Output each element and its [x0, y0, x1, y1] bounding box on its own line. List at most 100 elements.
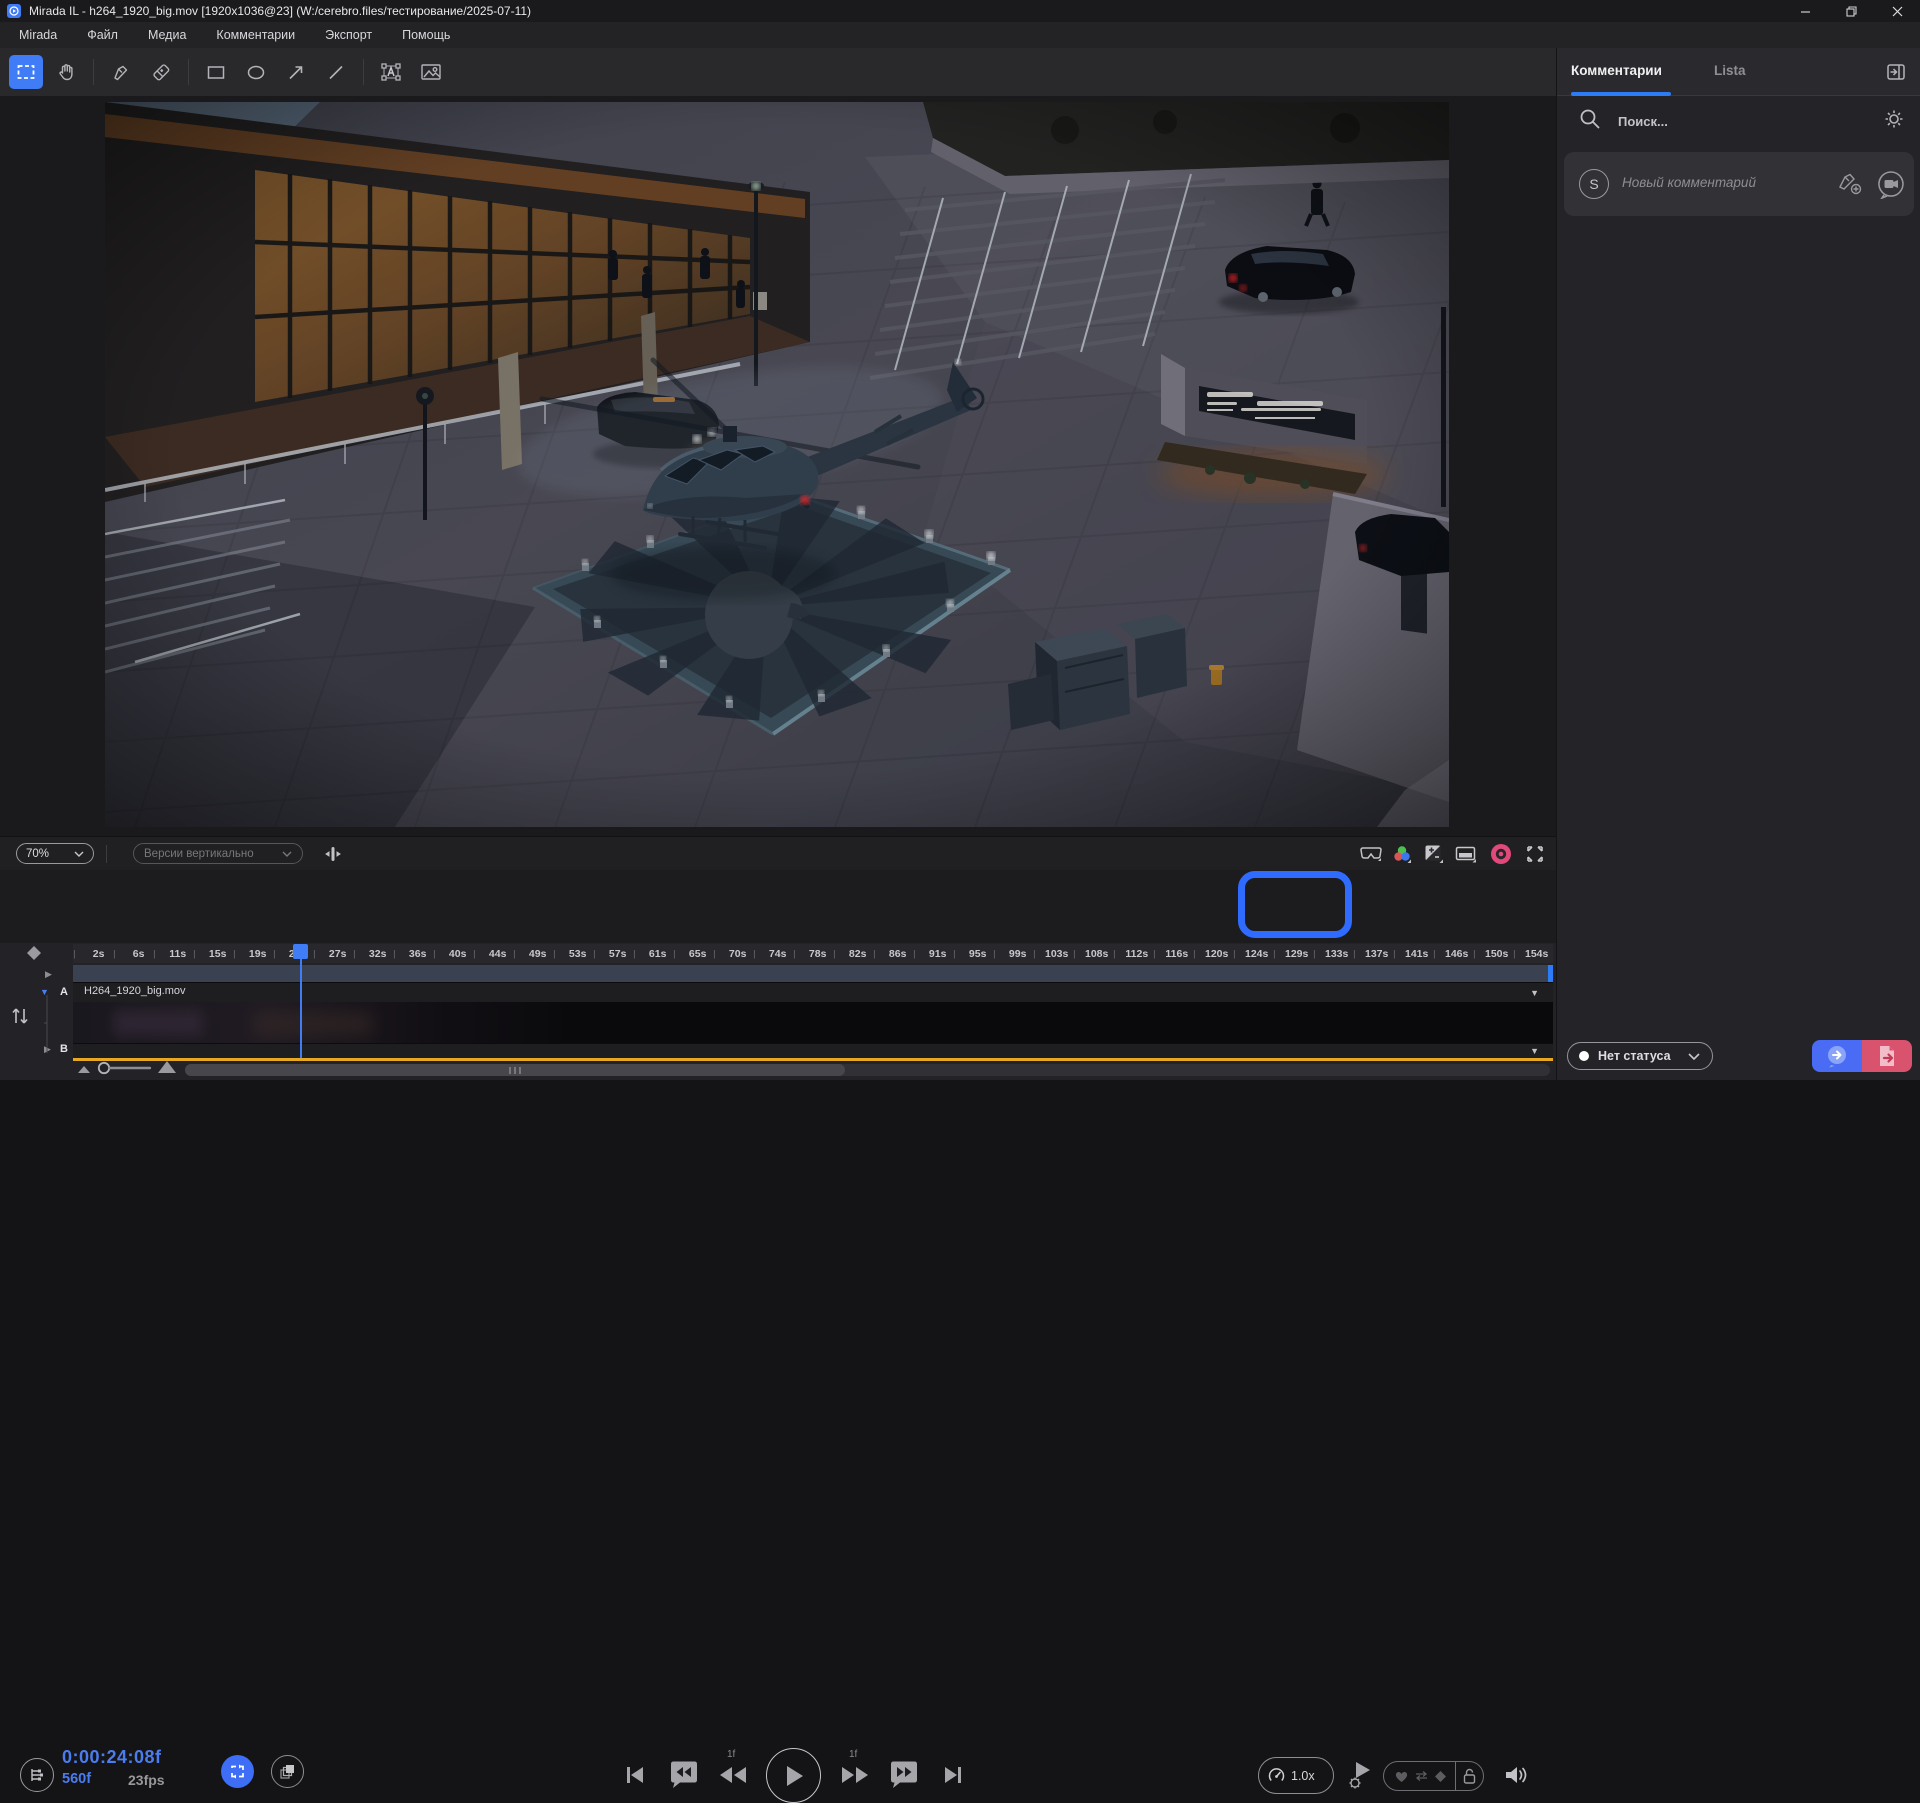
- review-eye-icon[interactable]: [1486, 837, 1516, 871]
- pipeline-settings-button[interactable]: [20, 1758, 54, 1792]
- versions-select[interactable]: Версии вертикально: [133, 843, 303, 864]
- tab-lista[interactable]: Lista: [1714, 63, 1746, 78]
- sort-tracks-icon[interactable]: [10, 1005, 30, 1032]
- settings-gear-icon[interactable]: [1883, 108, 1905, 135]
- search-icon[interactable]: [1579, 108, 1601, 135]
- text-tool[interactable]: [374, 55, 408, 89]
- loop-button[interactable]: [221, 1755, 254, 1788]
- ruler-tick: |112s: [1113, 944, 1153, 963]
- track-a-dropdown-caret[interactable]: ▼: [1530, 988, 1539, 998]
- track-b-dropdown-caret[interactable]: ▼: [1530, 1046, 1539, 1056]
- color-channels-icon[interactable]: [1388, 837, 1416, 871]
- collapse-panel-icon[interactable]: [1885, 63, 1907, 86]
- track-a-header[interactable]: ▼: [73, 982, 1553, 1002]
- ruler-tick: |120s: [1193, 944, 1233, 963]
- timeline-zoom-out-icon[interactable]: [76, 1062, 92, 1080]
- next-comment-button[interactable]: [888, 1760, 920, 1795]
- ruler-tick: |65s: [673, 944, 713, 963]
- keyframe-diamond-icon[interactable]: [26, 945, 42, 966]
- annotation-toolbar: [0, 48, 1556, 96]
- ruler-tick: |137s: [1353, 944, 1393, 963]
- step-forward-button[interactable]: [840, 1764, 870, 1791]
- arrow-tool[interactable]: [279, 55, 313, 89]
- timecode: 0:00:24:08f: [62, 1747, 162, 1768]
- video-comment-icon[interactable]: [1876, 169, 1906, 204]
- ruler-tick: |53s: [553, 944, 593, 963]
- render-settings-icon[interactable]: [1346, 1760, 1374, 1797]
- clip-thumbnail-strip[interactable]: [73, 1002, 1553, 1043]
- ruler-tick: |103s: [1033, 944, 1073, 963]
- speed-value: 1.0x: [1291, 1769, 1315, 1783]
- zoom-select[interactable]: 70%: [16, 843, 94, 864]
- go-to-start-button[interactable]: [624, 1764, 646, 1791]
- comments-track[interactable]: [73, 965, 1553, 982]
- select-tool[interactable]: [9, 55, 43, 89]
- send-report-button[interactable]: [1862, 1040, 1912, 1072]
- stereo-3d-icon[interactable]: [1356, 837, 1386, 871]
- status-select[interactable]: Нет статуса: [1567, 1042, 1713, 1070]
- ruler-tick: |154s: [1513, 944, 1553, 963]
- comments-panel: Комментарии Lista Поиск... S Новый комме…: [1556, 48, 1920, 1080]
- playhead[interactable]: [300, 958, 302, 1058]
- fullscreen-icon[interactable]: [1520, 837, 1550, 871]
- panel-tab-bar: Комментарии Lista: [1557, 48, 1920, 96]
- track-b-header[interactable]: ▼: [73, 1043, 1553, 1058]
- step-back-button[interactable]: [718, 1764, 748, 1791]
- ruler-tick: |150s: [1473, 944, 1513, 963]
- menu-item-2[interactable]: Медиа: [133, 22, 201, 48]
- go-to-end-button[interactable]: [942, 1764, 964, 1791]
- playhead-handle[interactable]: [293, 944, 308, 959]
- ruler-tick: |91s: [913, 944, 953, 963]
- chevron-down-icon: [1688, 1053, 1700, 1060]
- menu-item-4[interactable]: Экспорт: [310, 22, 387, 48]
- title-bar: Mirada IL - h264_1920_big.mov [1920x1036…: [0, 0, 1920, 22]
- ruler-tick: |99s: [993, 944, 1033, 963]
- restore-button[interactable]: [1828, 0, 1874, 22]
- highlight-annotation: [1238, 871, 1352, 938]
- letterbox-mask-icon[interactable]: [1452, 837, 1480, 871]
- volume-icon[interactable]: [1504, 1764, 1530, 1791]
- line-tool[interactable]: [319, 55, 353, 89]
- menu-item-1[interactable]: Файл: [72, 22, 133, 48]
- new-comment-input[interactable]: Новый комментарий: [1622, 175, 1756, 190]
- rectangle-tool[interactable]: [199, 55, 233, 89]
- menu-item-mirada[interactable]: Mirada: [4, 22, 72, 48]
- play-button[interactable]: [766, 1748, 821, 1803]
- video-frame[interactable]: [105, 102, 1449, 827]
- split-view-icon[interactable]: [320, 837, 346, 871]
- timeline-scrollbar[interactable]: [185, 1064, 1550, 1076]
- timeline-zoom-in-icon[interactable]: [156, 1059, 178, 1080]
- new-comment-composer[interactable]: S Новый комментарий: [1564, 152, 1914, 216]
- menu-item-3[interactable]: Комментарии: [201, 22, 310, 48]
- eraser-tool[interactable]: [144, 55, 178, 89]
- ruler-tick: |78s: [793, 944, 833, 963]
- playback-speed-control[interactable]: 1.0x: [1258, 1757, 1334, 1794]
- tab-comments[interactable]: Комментарии: [1571, 63, 1662, 78]
- image-tool[interactable]: [414, 55, 448, 89]
- ruler-tick: |82s: [833, 944, 873, 963]
- comment-row-expand-caret[interactable]: ▶: [45, 969, 52, 980]
- fps-label: 23fps: [128, 1772, 165, 1788]
- previous-comment-button[interactable]: [668, 1760, 700, 1795]
- timeline-zoom-slider[interactable]: [96, 1061, 154, 1080]
- send-comment-button[interactable]: [1812, 1040, 1862, 1072]
- close-button[interactable]: [1874, 0, 1920, 22]
- exposure-icon[interactable]: [1420, 837, 1448, 871]
- annotate-brush-add-icon[interactable]: [1836, 170, 1864, 203]
- ruler-tick: |146s: [1433, 944, 1473, 963]
- ruler-tick: |11s: [153, 944, 193, 963]
- brush-tool[interactable]: [104, 55, 138, 89]
- ellipse-tool[interactable]: [239, 55, 273, 89]
- frame-counter: 560f: [62, 1771, 91, 1787]
- ruler-tick: |74s: [753, 944, 793, 963]
- heart-icon: [1394, 1770, 1409, 1783]
- hand-tool[interactable]: [49, 55, 83, 89]
- search-input[interactable]: Поиск...: [1618, 114, 1668, 129]
- compare-stack-button[interactable]: [271, 1755, 304, 1788]
- minimize-button[interactable]: [1782, 0, 1828, 22]
- reactions-control[interactable]: [1383, 1761, 1484, 1791]
- step-forward-frames-label: 1f: [849, 1749, 857, 1760]
- track-a-letter: A: [60, 986, 68, 998]
- menu-item-5[interactable]: Помощь: [387, 22, 465, 48]
- timeline-scrollbar-thumb[interactable]: [185, 1064, 845, 1076]
